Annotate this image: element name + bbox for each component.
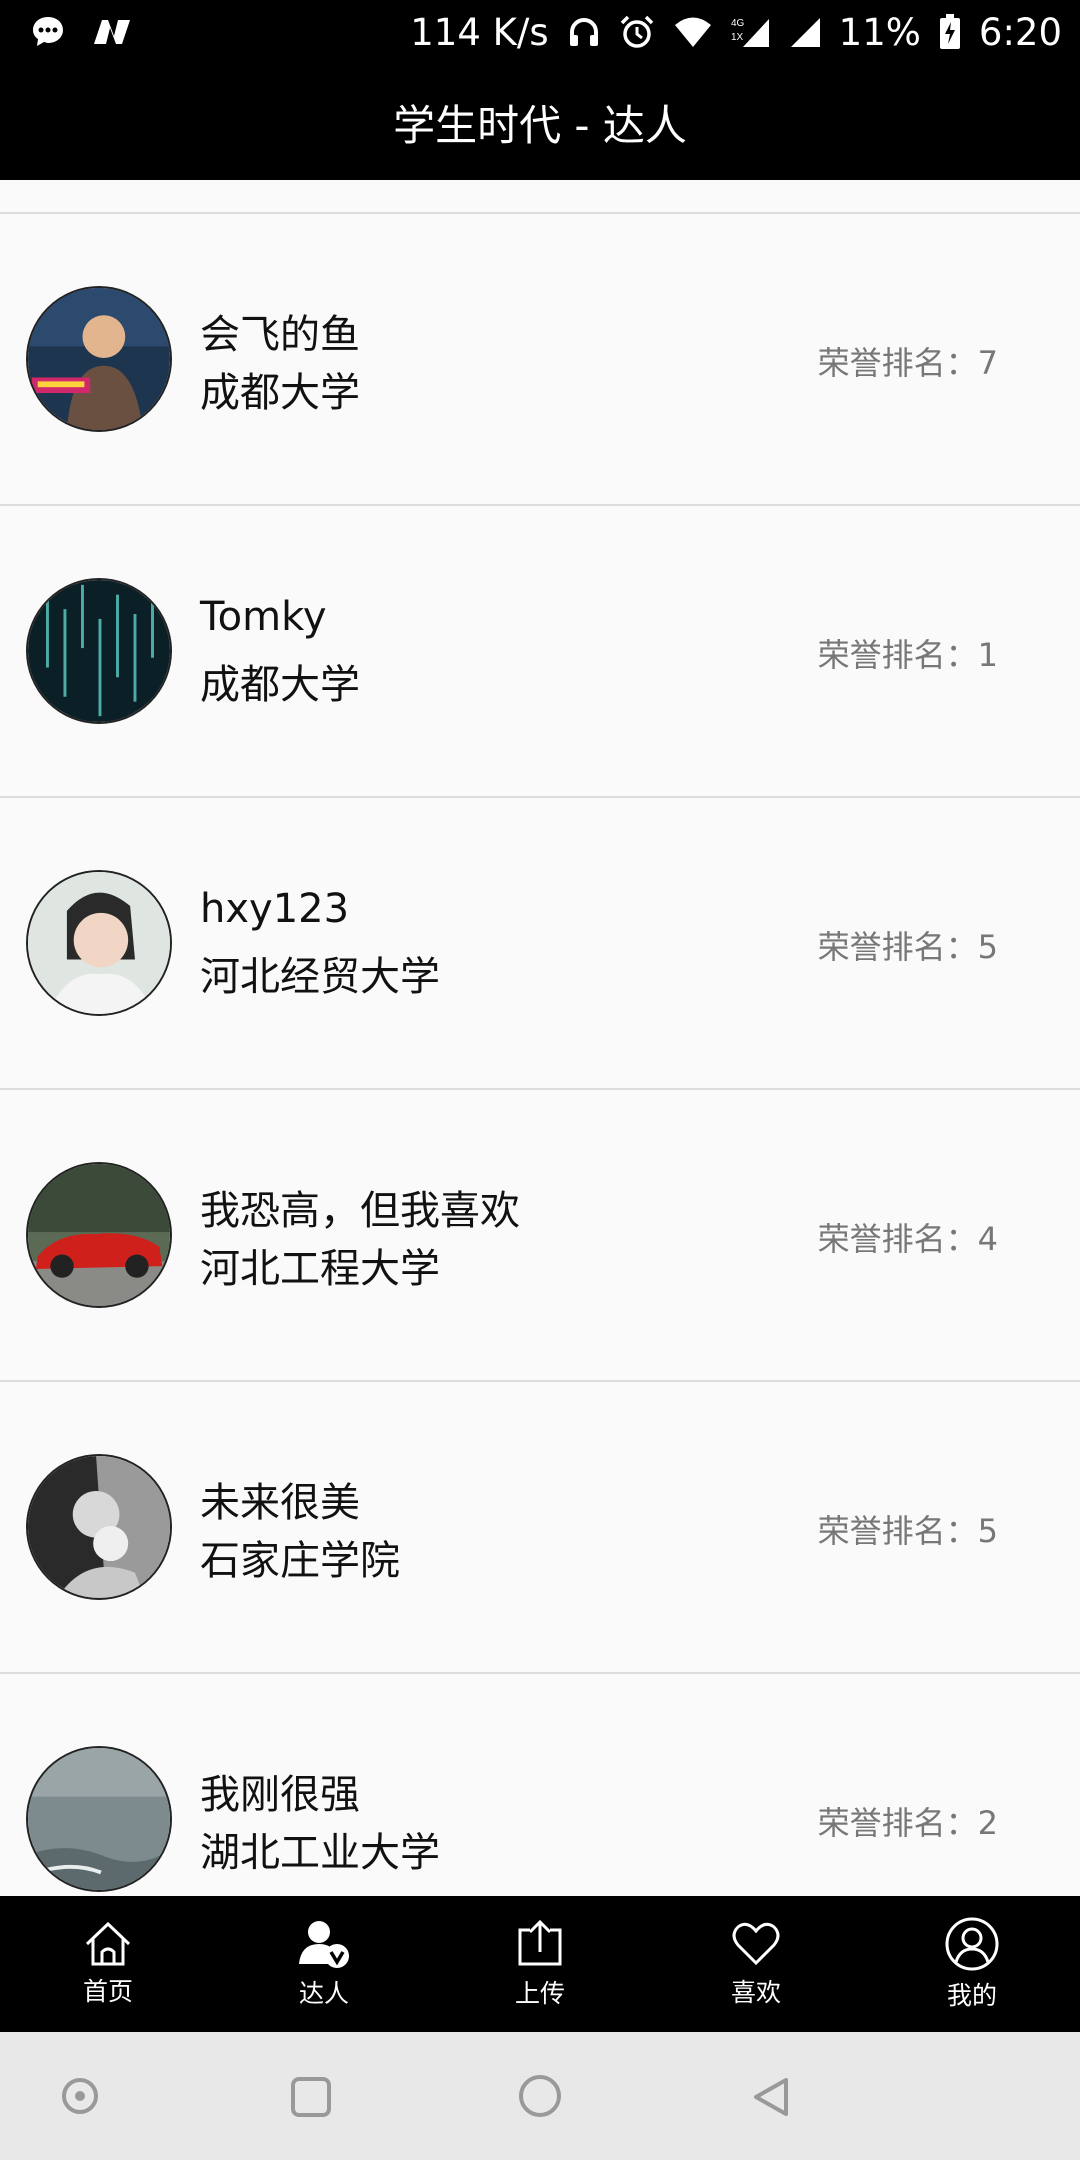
status-bar: 114 K/s 4G 1X 11% 6:20 (0, 0, 1080, 64)
tab-mine[interactable]: 我的 (864, 1896, 1080, 2032)
tab-label: 喜欢 (730, 1978, 781, 2007)
alarm-icon (619, 14, 655, 50)
message-notification-icon (30, 14, 66, 50)
honor-rank: 荣誉排名：7 (817, 344, 998, 382)
home-button[interactable] (518, 2074, 562, 2118)
expert-icon (299, 1921, 349, 1968)
clock-time: 6:20 (978, 10, 1062, 54)
list-item[interactable]: 我刚很强 湖北工业大学 荣誉排名：2 (0, 1674, 1080, 1896)
tab-expert[interactable]: 达人 (216, 1896, 432, 2032)
network-speed: 114 K/s (410, 10, 549, 54)
list-item[interactable]: 会飞的鱼 成都大学 荣誉排名：7 (0, 214, 1080, 506)
bottom-tab-bar: 首页 达人 上传 喜欢 我的 (0, 1896, 1080, 2032)
tab-label: 达人 (298, 1979, 349, 2008)
user-name: Tomky (200, 594, 327, 640)
heart-icon (732, 1922, 780, 1966)
back-button[interactable] (750, 2076, 792, 2118)
battery-percent: 11% (838, 10, 921, 54)
honor-rank: 荣誉排名：5 (817, 928, 998, 966)
svg-text:1X: 1X (731, 32, 744, 43)
n-app-icon (92, 16, 132, 48)
user-name: 未来很美 (200, 1480, 360, 1526)
user-school: 河北工程大学 (200, 1246, 440, 1292)
user-school: 湖北工业大学 (200, 1830, 440, 1876)
title-bar: 学生时代 - 达人 (0, 64, 1080, 180)
list-item[interactable]: hxy123 河北经贸大学 荣誉排名：5 (0, 798, 1080, 1090)
user-avatar (26, 578, 172, 724)
list-item[interactable]: 我恐高，但我喜欢 河北工程大学 荣誉排名：4 (0, 1090, 1080, 1382)
user-name: hxy123 (200, 886, 350, 932)
assistant-dot-icon[interactable] (60, 2076, 100, 2116)
honor-rank: 荣誉排名：5 (817, 1512, 998, 1550)
page-title: 学生时代 - 达人 (393, 100, 687, 150)
user-avatar (26, 286, 172, 432)
list-item-partial (0, 180, 1080, 214)
headphones-icon (567, 15, 601, 49)
list-item[interactable]: Tomky 成都大学 荣誉排名：1 (0, 506, 1080, 798)
system-nav-bar (0, 2032, 1080, 2160)
user-name: 我刚很强 (200, 1772, 360, 1818)
tab-label: 上传 (514, 1979, 565, 2008)
user-school: 石家庄学院 (200, 1538, 400, 1584)
honor-rank: 荣誉排名：4 (817, 1220, 998, 1258)
tab-upload[interactable]: 上传 (432, 1896, 648, 2032)
tab-label: 首页 (82, 1977, 133, 2006)
user-avatar (26, 870, 172, 1016)
tab-like[interactable]: 喜欢 (648, 1896, 864, 2032)
profile-icon (945, 1917, 999, 1971)
user-name: 我恐高，但我喜欢 (200, 1188, 520, 1234)
user-avatar (26, 1454, 172, 1600)
tab-home[interactable]: 首页 (0, 1896, 216, 2032)
user-avatar (26, 1162, 172, 1308)
tab-label: 我的 (946, 1981, 997, 2010)
mobile-signal-4g-icon: 4G 1X (731, 15, 771, 49)
wifi-icon (673, 16, 713, 48)
user-name: 会飞的鱼 (200, 312, 360, 358)
svg-text:4G: 4G (731, 18, 745, 29)
honor-rank: 荣誉排名：1 (817, 636, 998, 674)
user-school: 河北经贸大学 (200, 954, 440, 1000)
honor-rank: 荣誉排名：2 (817, 1804, 998, 1842)
list-item[interactable]: 未来很美 石家庄学院 荣誉排名：5 (0, 1382, 1080, 1674)
expert-list[interactable]: 会飞的鱼 成都大学 荣誉排名：7 Tomky 成都大学 荣誉排名：1 hxy12… (0, 180, 1080, 1896)
user-school: 成都大学 (200, 662, 360, 708)
home-icon (85, 1921, 131, 1966)
signal-icon (789, 16, 821, 48)
battery-charging-icon (939, 14, 961, 50)
upload-icon (518, 1919, 562, 1966)
recents-button[interactable] (290, 2076, 332, 2118)
user-school: 成都大学 (200, 370, 360, 416)
user-avatar (26, 1746, 172, 1892)
